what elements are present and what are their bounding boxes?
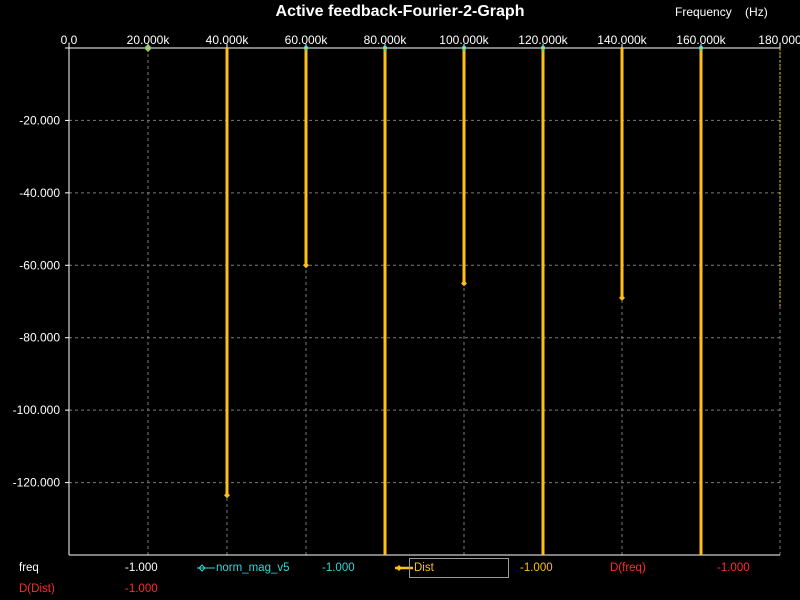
x-tick-label: 40.000k: [206, 33, 250, 47]
x-tick-label: 120.000k: [518, 33, 568, 47]
y-tick-label: -60.000: [19, 258, 60, 272]
x-tick-label: 100.000k: [439, 33, 489, 47]
dist-marker: [461, 280, 467, 287]
y-tick-label: -80.000: [19, 331, 60, 345]
ddist-value: -1.000: [125, 583, 158, 595]
x-tick-label: 160.000k: [676, 33, 726, 47]
x-tick-label: 180.000: [758, 33, 800, 47]
y-tick-label: -120.000: [13, 476, 61, 490]
freq-value: -1.000: [125, 562, 158, 574]
dfreq-label: D(freq): [610, 562, 646, 574]
norm-mag-legend-icon: [197, 564, 215, 572]
x-axis-label: Frequency (Hz): [675, 5, 768, 19]
dfreq-value: -1.000: [717, 562, 750, 574]
x-tick-label: 0.0: [61, 33, 78, 47]
fourier-graph: 0.0 20.000k 40.000k 60.000k 80.000k 100.000k 1…: [13, 33, 800, 556]
x-tick-label: 60.000k: [285, 33, 329, 47]
y-tick-label: -20.000: [19, 113, 60, 127]
norm-mag-value: -1.000: [322, 562, 355, 574]
dist-marker: [224, 492, 230, 499]
y-tick-label: -40.000: [19, 186, 60, 200]
dist-marker: [619, 294, 625, 301]
dist-value: -1.000: [520, 562, 553, 574]
dist-legend-label[interactable]: Dist: [414, 562, 434, 574]
dist-marker: [303, 262, 309, 269]
axes: 0.0 20.000k 40.000k 60.000k 80.000k 100.000k 1…: [13, 33, 800, 556]
norm-mag-legend-label[interactable]: norm_mag_v5: [216, 562, 290, 574]
x-tick-label: 140.000k: [597, 33, 647, 47]
ddist-label: D(Dist): [19, 583, 55, 595]
freq-label: freq: [19, 562, 39, 574]
y-tick-label: -100.000: [13, 403, 61, 417]
grid: [69, 47, 781, 555]
x-tick-label: 80.000k: [364, 33, 408, 47]
